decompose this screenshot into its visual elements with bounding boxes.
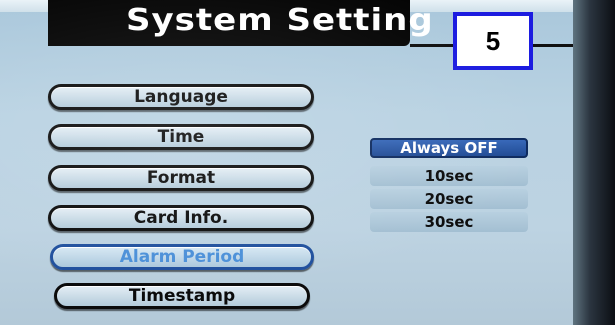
menu-item-format[interactable]: Format [48, 165, 314, 191]
title-bar: System Setting [48, 0, 433, 46]
option-10sec[interactable]: 10sec [370, 166, 528, 186]
menu-item-language[interactable]: Language [48, 84, 314, 110]
option-20sec[interactable]: 20sec [370, 189, 528, 209]
menu-item-time[interactable]: Time [48, 124, 314, 150]
lcd-screen: System Setting 5 Language Time Format Ca… [0, 0, 615, 325]
menu-item-timestamp[interactable]: Timestamp [54, 283, 310, 309]
page-title: System Setting [126, 2, 434, 38]
menu-item-alarm-period[interactable]: Alarm Period [50, 244, 314, 270]
option-always-off[interactable]: Always OFF [370, 138, 528, 158]
device-bezel [573, 0, 615, 325]
menu-item-card-info[interactable]: Card Info. [48, 205, 314, 231]
option-30sec[interactable]: 30sec [370, 212, 528, 232]
step-badge: 5 [453, 12, 533, 70]
